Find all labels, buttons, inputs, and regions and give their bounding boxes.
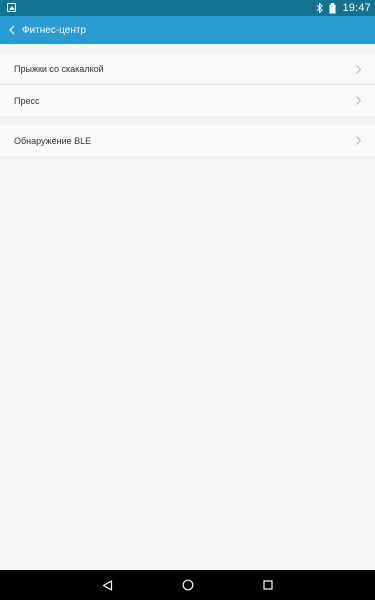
settings-group-ble: Обнаружение BLE [0,125,375,156]
clock: 19:47 [342,2,371,14]
navigation-bar [0,570,375,600]
home-circle-icon [182,579,193,591]
bluetooth-icon [316,3,324,13]
app-bar: Фитнес-центр [0,16,375,44]
list-item-jump-rope[interactable]: Прыжки со скакалкой [0,54,375,85]
chevron-right-icon [356,96,361,105]
image-notification-icon [7,3,16,12]
nav-recents-button[interactable] [228,570,308,600]
list-item-label: Прыжки со скакалкой [14,64,104,74]
chevron-left-icon [9,25,15,35]
chevron-right-icon [356,64,361,74]
page-title: Фитнес-центр [22,24,87,36]
list-item-press[interactable]: Пресс [0,85,375,116]
nav-back-button[interactable] [68,570,148,600]
list-item-label: Обнаружение BLE [14,135,92,146]
status-icons: 19:47 [316,0,371,16]
status-bar: 19:47 [0,0,375,16]
battery-icon [329,2,336,14]
recents-square-icon [262,580,273,590]
settings-group-exercises: Прыжки со скакалкой Пресс [0,54,375,116]
back-triangle-icon [102,579,113,591]
nav-home-button[interactable] [148,570,228,600]
list-item-label: Пресс [14,95,40,106]
list-item-ble-discovery[interactable]: Обнаружение BLE [0,125,375,156]
chevron-right-icon [356,136,361,145]
back-button[interactable] [2,16,22,44]
